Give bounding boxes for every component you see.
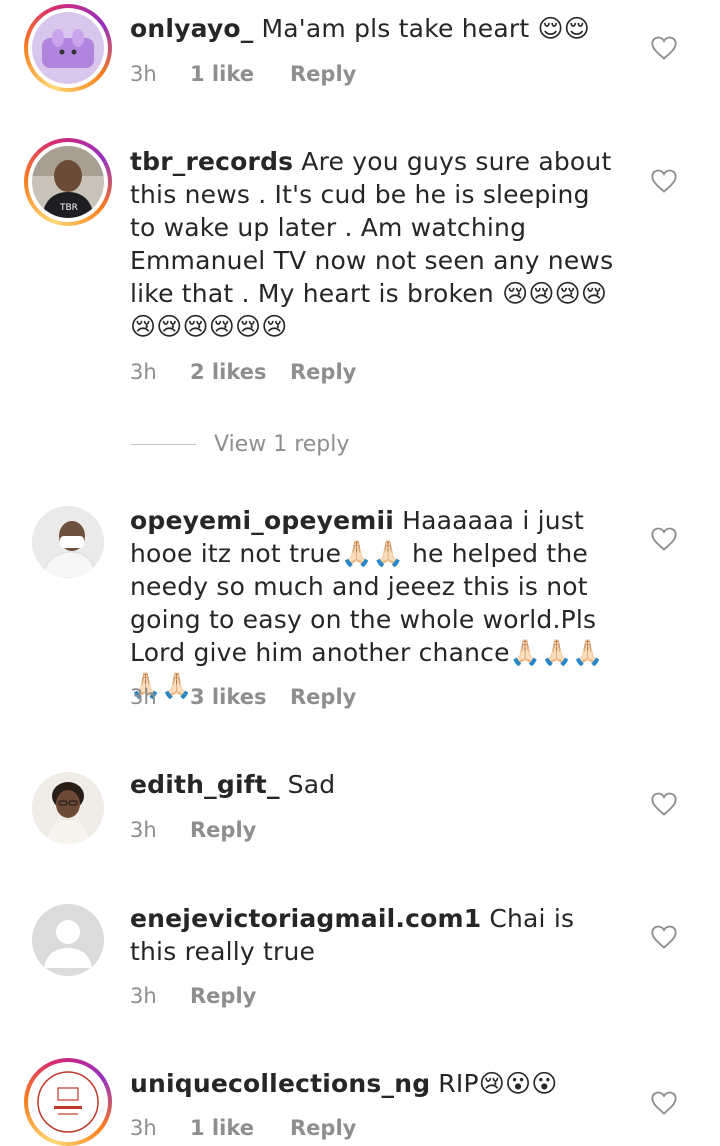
comment-likes[interactable]: 3 likes xyxy=(190,685,290,709)
comment-time: 3h xyxy=(130,685,157,709)
comment-text: uniquecollections_ng RIP😢😮😮 xyxy=(130,1067,620,1100)
comment-text: tbr_records Are you guys sure about this … xyxy=(130,145,620,343)
heart-outline-icon[interactable] xyxy=(650,168,678,194)
comment-meta: 3h 1 like Reply xyxy=(130,1116,356,1140)
view-replies-button[interactable]: View 1 reply xyxy=(130,432,349,457)
comment-meta: 3h 1 like Reply xyxy=(130,62,356,86)
avatar[interactable]: TBR xyxy=(24,138,112,226)
comment-username[interactable]: uniquecollections_ng xyxy=(130,1069,430,1098)
avatar[interactable] xyxy=(32,506,104,578)
comment-body: Ma'am pls take heart 😌😌 xyxy=(261,14,591,43)
reply-button[interactable]: Reply xyxy=(190,984,256,1008)
comment-text: edith_gift_ Sad xyxy=(130,768,620,801)
avatar-image xyxy=(32,1066,104,1138)
comment-body: Are you guys sure about this news . It's… xyxy=(130,147,614,341)
comment-time: 3h xyxy=(130,360,157,384)
comment-username[interactable]: edith_gift_ xyxy=(130,770,280,799)
avatar[interactable] xyxy=(24,4,112,92)
avatar-image xyxy=(32,772,104,844)
comment-username[interactable]: onlyayo_ xyxy=(130,14,254,43)
avatar-image xyxy=(32,506,104,578)
heart-outline-icon[interactable] xyxy=(650,924,678,950)
comment-meta: 3h 3 likes Reply xyxy=(130,685,356,709)
avatar[interactable] xyxy=(24,1058,112,1146)
comment-username[interactable]: enejevictoriagmail.com1 xyxy=(130,904,481,933)
divider xyxy=(130,444,196,445)
comment-meta: 3h Reply xyxy=(130,818,256,842)
comment-likes[interactable]: 1 like xyxy=(190,62,290,86)
comment-body: RIP😢😮😮 xyxy=(438,1069,558,1098)
comment-time: 3h xyxy=(130,818,157,842)
reply-button[interactable]: Reply xyxy=(290,685,356,709)
heart-outline-icon[interactable] xyxy=(650,35,678,61)
comment-body: Sad xyxy=(287,770,336,799)
comment-username[interactable]: tbr_records xyxy=(130,147,293,176)
comment-time: 3h xyxy=(130,1116,157,1140)
comment-time: 3h xyxy=(130,984,157,1008)
reply-button[interactable]: Reply xyxy=(290,360,356,384)
avatar-image: TBR xyxy=(32,146,104,218)
avatar-image xyxy=(32,12,104,84)
svg-text:TBR: TBR xyxy=(59,203,78,213)
comment-meta: 3h 2 likes Reply xyxy=(130,360,356,384)
heart-outline-icon[interactable] xyxy=(650,1090,678,1116)
comment-likes[interactable]: 2 likes xyxy=(190,360,290,384)
avatar[interactable] xyxy=(32,904,104,976)
heart-outline-icon[interactable] xyxy=(650,526,678,552)
comment-body: Haaaaaa i just hooe itz not true🙏🏻🙏🏻 he … xyxy=(130,506,604,700)
comment-time: 3h xyxy=(130,62,157,86)
heart-outline-icon[interactable] xyxy=(650,791,678,817)
reply-button[interactable]: Reply xyxy=(190,818,256,842)
default-avatar-icon xyxy=(32,904,104,976)
reply-button[interactable]: Reply xyxy=(290,62,356,86)
comment-likes[interactable]: 1 like xyxy=(190,1116,290,1140)
comment-text: onlyayo_ Ma'am pls take heart 😌😌 xyxy=(130,12,620,45)
comment-meta: 3h Reply xyxy=(130,984,256,1008)
comment-username[interactable]: opeyemi_opeyemii xyxy=(130,506,394,535)
avatar[interactable] xyxy=(32,772,104,844)
reply-button[interactable]: Reply xyxy=(290,1116,356,1140)
comment-text: opeyemi_opeyemii Haaaaaa i just hooe itz … xyxy=(130,504,620,702)
comment-text: enejevictoriagmail.com1 Chai is this real… xyxy=(130,902,620,968)
view-replies-label: View 1 reply xyxy=(214,432,350,457)
